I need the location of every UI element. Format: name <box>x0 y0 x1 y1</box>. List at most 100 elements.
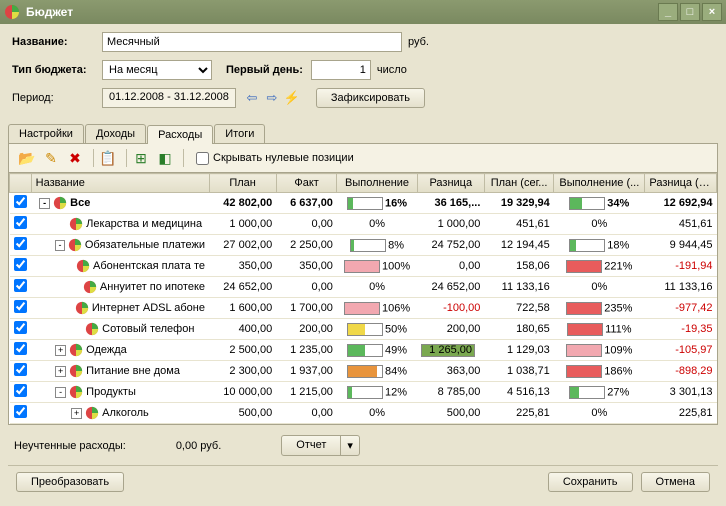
cell-pct2: 109% <box>554 340 645 361</box>
expand-icon[interactable]: + <box>71 408 82 419</box>
col-fact[interactable]: Факт <box>276 174 337 193</box>
row-checkbox[interactable] <box>14 321 27 334</box>
row-checkbox[interactable] <box>14 279 27 292</box>
prev-period-button[interactable]: ⇦ <box>243 89 261 107</box>
row-checkbox[interactable] <box>14 216 27 229</box>
report-button[interactable]: Отчет ▾ <box>281 435 360 456</box>
row-name: Абонентская плата те <box>93 260 205 272</box>
table-row[interactable]: +Одежда2 500,001 235,0049%1 265,001 129,… <box>10 340 717 361</box>
open-icon[interactable]: 📂 <box>17 148 37 168</box>
cell-diff: 24 652,00 <box>417 277 484 298</box>
chart-icon[interactable]: ◧ <box>155 148 175 168</box>
cancel-button[interactable]: Отмена <box>641 472 710 492</box>
hide-zero-checkbox[interactable] <box>196 152 209 165</box>
close-button[interactable]: × <box>702 3 722 21</box>
col-plan[interactable]: План <box>209 174 276 193</box>
col-name[interactable]: Название <box>31 174 209 193</box>
tab-expenses[interactable]: Расходы <box>147 125 213 144</box>
cell-pct2: 235% <box>554 298 645 319</box>
cell-diff2: 9 944,45 <box>645 235 717 256</box>
cell-plan: 400,00 <box>209 319 276 340</box>
unaccounted-value: 0,00 руб. <box>176 440 221 452</box>
col-plan-today[interactable]: План (сег... <box>484 174 553 193</box>
report-button-label[interactable]: Отчет <box>281 435 341 456</box>
expand-icon[interactable]: - <box>39 198 50 209</box>
row-checkbox[interactable] <box>14 258 27 271</box>
tab-totals[interactable]: Итоги <box>214 124 265 143</box>
cell-pct: 100% <box>337 256 417 277</box>
table-row[interactable]: Лекарства и медицина1 000,000,000%1 000,… <box>10 214 717 235</box>
minimize-button[interactable]: _ <box>658 3 678 21</box>
report-dropdown-icon[interactable]: ▾ <box>341 435 360 456</box>
excel-icon[interactable]: ⊞ <box>131 148 151 168</box>
cell-plan: 350,00 <box>209 256 276 277</box>
table-row[interactable]: -Продукты10 000,001 215,0012%8 785,004 5… <box>10 382 717 403</box>
table-row[interactable]: -Все42 802,006 637,0016%36 165,...19 329… <box>10 193 717 214</box>
table-row[interactable]: +Питание вне дома2 300,001 937,0084%363,… <box>10 361 717 382</box>
cell-plan2: 451,61 <box>484 214 553 235</box>
firstday-input[interactable] <box>311 60 371 80</box>
cell-pct2: 0% <box>554 277 645 298</box>
row-checkbox[interactable] <box>14 342 27 355</box>
tab-income[interactable]: Доходы <box>85 124 146 143</box>
edit-icon[interactable]: ✎ <box>41 148 61 168</box>
table-row[interactable]: Абонентская плата те350,00350,00100%0,00… <box>10 256 717 277</box>
col-diff-today[interactable]: Разница (с... <box>645 174 717 193</box>
transform-button[interactable]: Преобразовать <box>16 472 124 492</box>
delete-icon[interactable]: ✖ <box>65 148 85 168</box>
cell-diff: 1 000,00 <box>417 214 484 235</box>
titlebar: Бюджет _ □ × <box>0 0 726 24</box>
table-row[interactable]: -Обязательные платежи27 002,002 250,008%… <box>10 235 717 256</box>
table-row[interactable]: +Алкоголь500,000,000%500,00225,810%225,8… <box>10 403 717 424</box>
cell-pct: 8% <box>337 235 417 256</box>
next-period-button[interactable]: ⇨ <box>263 89 281 107</box>
row-checkbox[interactable] <box>14 363 27 376</box>
expand-icon[interactable]: - <box>55 387 66 398</box>
cell-diff2: 3 301,13 <box>645 382 717 403</box>
cell-pct: 84% <box>337 361 417 382</box>
table-row[interactable]: Интернет ADSL абоне1 600,001 700,00106%-… <box>10 298 717 319</box>
grid: Название План Факт Выполнение Разница Пл… <box>9 173 717 424</box>
tab-settings[interactable]: Настройки <box>8 124 84 143</box>
row-checkbox[interactable] <box>14 237 27 250</box>
cell-pct2: 0% <box>554 214 645 235</box>
row-name: Алкоголь <box>102 407 149 419</box>
cell-pct: 50% <box>337 319 417 340</box>
fix-button[interactable]: Зафиксировать <box>316 88 425 108</box>
save-button[interactable]: Сохранить <box>548 472 633 492</box>
toolbar: 📂 ✎ ✖ 📋 ⊞ ◧ Скрывать нулевые позиции <box>8 143 718 173</box>
hide-zero-row[interactable]: Скрывать нулевые позиции <box>196 152 354 165</box>
col-check[interactable] <box>10 174 32 193</box>
cell-fact: 1 235,00 <box>276 340 337 361</box>
row-checkbox[interactable] <box>14 300 27 313</box>
row-name: Питание вне дома <box>86 365 180 377</box>
cell-diff2: 11 133,16 <box>645 277 717 298</box>
cell-diff: 363,00 <box>417 361 484 382</box>
cell-plan: 500,00 <box>209 403 276 424</box>
cell-diff: 1 265,00 <box>417 340 484 361</box>
name-input[interactable] <box>102 32 402 52</box>
cell-pct2: 34% <box>554 193 645 214</box>
row-checkbox[interactable] <box>14 405 27 418</box>
separator <box>126 149 127 167</box>
table-row[interactable]: Аннуитет по ипотеке24 652,000,000%24 652… <box>10 277 717 298</box>
row-checkbox[interactable] <box>14 384 27 397</box>
col-exec-today[interactable]: Выполнение (... <box>554 174 645 193</box>
period-label: Период: <box>12 92 102 104</box>
hide-zero-label: Скрывать нулевые позиции <box>213 152 354 164</box>
expand-icon[interactable]: + <box>55 345 66 356</box>
cell-pct2: 27% <box>554 382 645 403</box>
cell-pct2: 221% <box>554 256 645 277</box>
refresh-button[interactable]: ⚡ <box>283 89 301 107</box>
type-select[interactable]: На месяц <box>102 60 212 80</box>
col-exec[interactable]: Выполнение <box>337 174 417 193</box>
maximize-button[interactable]: □ <box>680 3 700 21</box>
table-row[interactable]: Сотовый телефон400,00200,0050%200,00180,… <box>10 319 717 340</box>
app-icon <box>4 4 20 20</box>
col-diff[interactable]: Разница <box>417 174 484 193</box>
copy-icon[interactable]: 📋 <box>98 148 118 168</box>
row-checkbox[interactable] <box>14 195 27 208</box>
expand-icon[interactable]: - <box>55 240 65 251</box>
cell-plan: 24 652,00 <box>209 277 276 298</box>
expand-icon[interactable]: + <box>55 366 66 377</box>
